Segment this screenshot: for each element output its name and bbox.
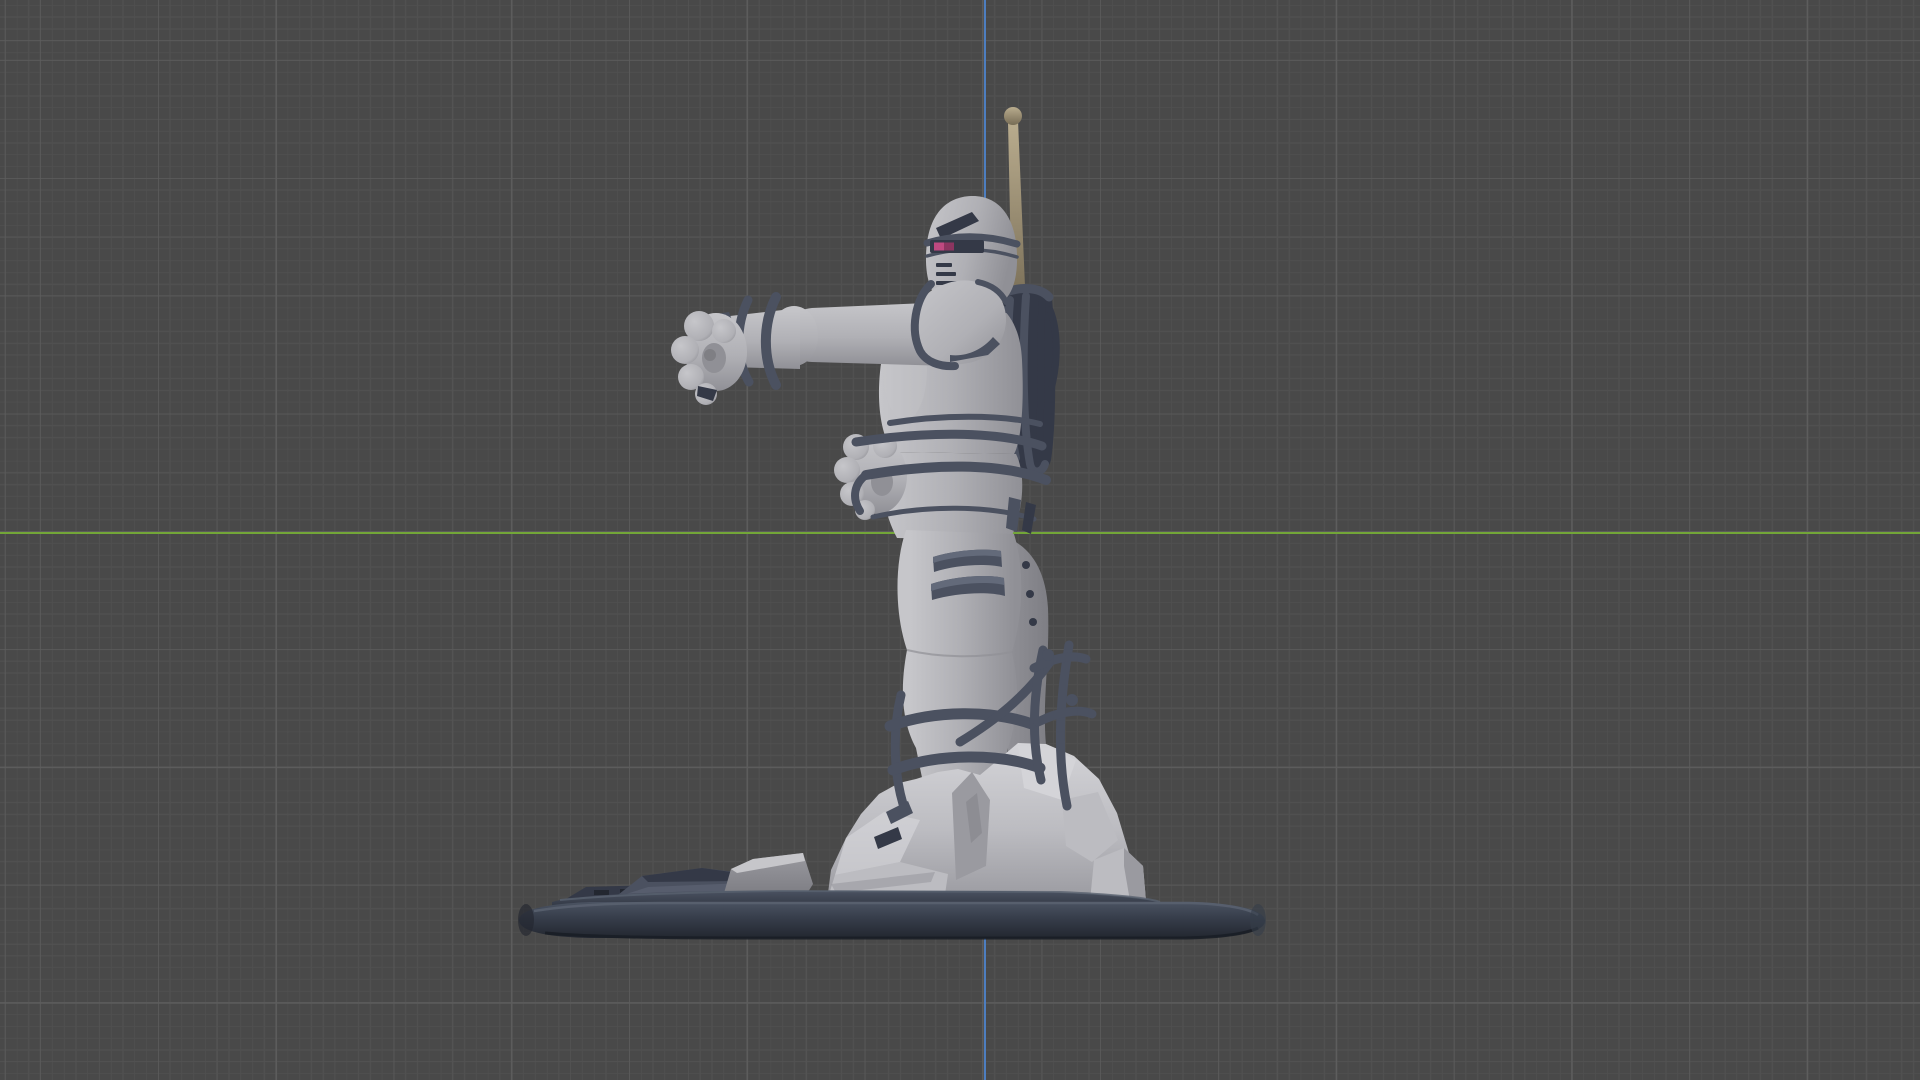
base-disc-body <box>519 902 1265 938</box>
tube-nub <box>1042 649 1054 661</box>
robot-statue-model[interactable] <box>518 107 1266 940</box>
stud <box>1029 618 1037 626</box>
base-left-bevel <box>518 904 534 936</box>
leg-surface <box>897 530 1022 788</box>
ladder-tube <box>890 690 908 809</box>
stud <box>1026 590 1034 598</box>
front-leg[interactable] <box>897 530 1022 788</box>
display-base-disc[interactable] <box>518 889 1266 940</box>
antenna-ball <box>1004 107 1022 125</box>
punching-fist <box>671 311 747 405</box>
stud <box>1022 561 1030 569</box>
viewport-3d[interactable] <box>0 0 1920 1080</box>
knuckle <box>834 457 860 483</box>
tube-nub <box>1066 694 1078 706</box>
viewport-canvas[interactable] <box>0 0 1920 1080</box>
backpack-tube <box>1035 296 1046 454</box>
base-right-bevel <box>1250 904 1266 936</box>
visor-inner-shade <box>944 242 954 251</box>
debris-slot <box>594 890 609 895</box>
